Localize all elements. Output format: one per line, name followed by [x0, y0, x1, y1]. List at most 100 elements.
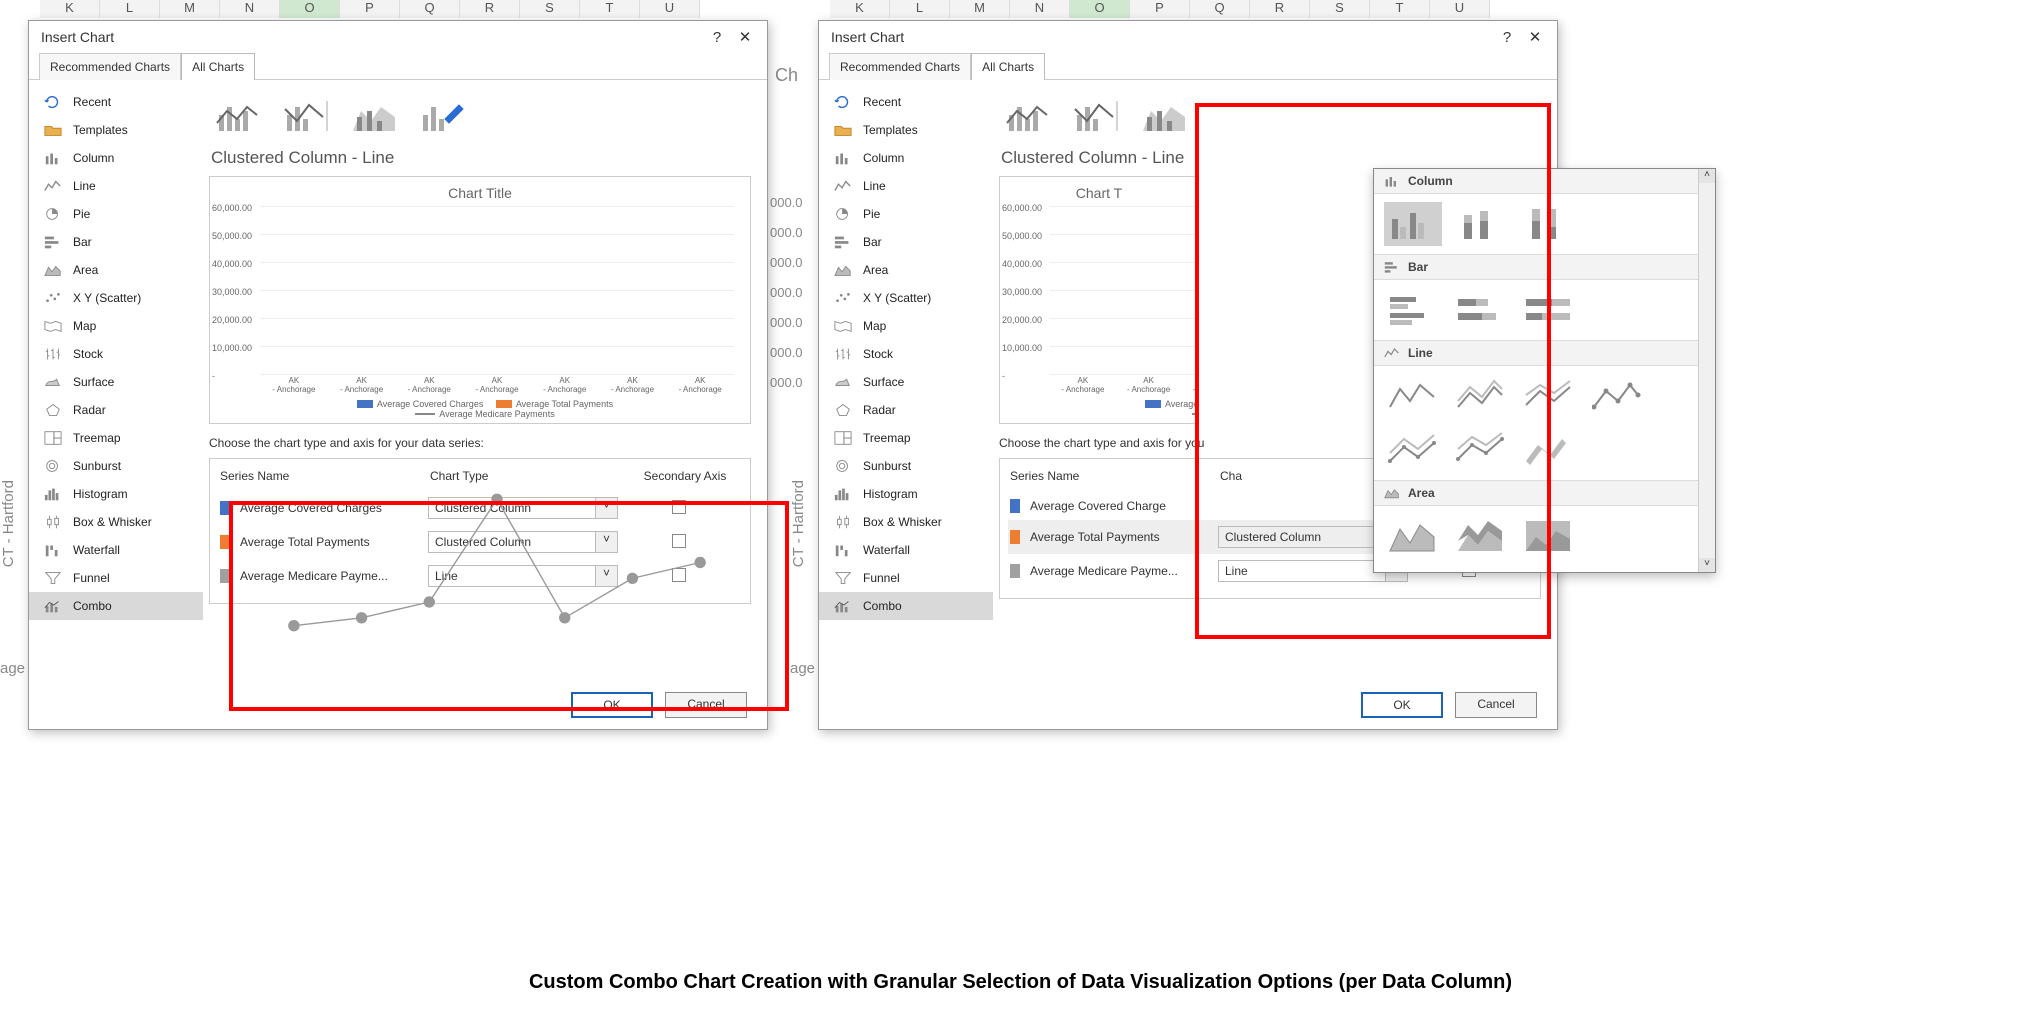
sunburst-icon [833, 458, 853, 474]
scroll-up-icon[interactable]: ˄ [1699, 169, 1715, 183]
boxwhisker-icon [833, 514, 853, 530]
sidebar-item-funnel[interactable]: Funnel [819, 564, 993, 592]
column-icon [833, 150, 853, 166]
scroll-down-icon[interactable]: ˅ [1699, 558, 1715, 572]
sidebar-item-templates[interactable]: Templates [819, 116, 993, 144]
sidebar-label: Recent [863, 95, 901, 109]
header-series-name: Series Name [1010, 469, 1220, 483]
tab-recommended[interactable]: Recommended Charts [829, 53, 971, 80]
close-button[interactable]: ✕ [1521, 28, 1549, 46]
sidebar-item-area[interactable]: Area [819, 256, 993, 284]
sidebar-item-waterfall[interactable]: Waterfall [819, 536, 993, 564]
sidebar-label: Bar [863, 235, 882, 249]
sidebar-item-funnel[interactable]: Funnel [29, 564, 203, 592]
header-chart-type: Chart Type [430, 469, 630, 483]
secondary-axis-checkbox[interactable] [618, 568, 740, 585]
type-opt-clustered-column[interactable] [1384, 202, 1442, 246]
chart-type-dropdown[interactable]: Line ˅ [428, 565, 618, 587]
sidebar-item-histogram[interactable]: Histogram [819, 480, 993, 508]
subtype-custom-combo[interactable] [415, 94, 471, 138]
sidebar-item-recent[interactable]: Recent [819, 88, 993, 116]
subtype-stacked-area-column[interactable] [347, 94, 403, 138]
sidebar-item-column[interactable]: Column [819, 144, 993, 172]
sidebar-item-waterfall[interactable]: Waterfall [29, 536, 203, 564]
tab-recommended[interactable]: Recommended Charts [39, 53, 181, 80]
tab-all-charts[interactable]: All Charts [181, 53, 255, 80]
cancel-button[interactable]: Cancel [665, 692, 747, 718]
sidebar-label: Sunburst [73, 459, 121, 473]
series-swatch [1010, 499, 1020, 513]
chart-preview[interactable]: Chart T - 10,000.00 20,000.00 30,000.00 … [999, 176, 1199, 424]
sidebar-item-combo[interactable]: Combo [819, 592, 993, 620]
sidebar-item-combo[interactable]: Combo [29, 592, 203, 620]
sidebar-item-scatter[interactable]: X Y (Scatter) [819, 284, 993, 312]
tab-all-charts[interactable]: All Charts [971, 53, 1045, 80]
chart-type-dropdown[interactable]: Clustered Column ˅ [428, 531, 618, 553]
type-opt-100-stacked-line[interactable] [1520, 374, 1578, 418]
type-opt-100-stacked-column[interactable] [1520, 202, 1578, 246]
type-opt-stacked-column[interactable] [1452, 202, 1510, 246]
sidebar-item-boxwhisker[interactable]: Box & Whisker [819, 508, 993, 536]
type-opt-line-markers[interactable] [1588, 374, 1646, 418]
sidebar-item-column[interactable]: Column [29, 144, 203, 172]
type-opt-stacked-bar[interactable] [1452, 288, 1510, 332]
sidebar-item-templates[interactable]: Templates [29, 116, 203, 144]
sidebar-item-scatter[interactable]: X Y (Scatter) [29, 284, 203, 312]
insert-chart-dialog-right: Insert Chart ? ✕ Recommended Charts All … [818, 20, 1558, 730]
type-opt-stacked-area[interactable] [1452, 514, 1510, 558]
sidebar-item-area[interactable]: Area [29, 256, 203, 284]
series-name: Average Total Payments [240, 535, 428, 549]
cancel-button[interactable]: Cancel [1455, 692, 1537, 718]
sidebar-label: Pie [863, 207, 880, 221]
chart-preview[interactable]: Chart Title - 10,000.00 20,000.00 30,000… [209, 176, 751, 424]
sidebar-item-boxwhisker[interactable]: Box & Whisker [29, 508, 203, 536]
sidebar-item-recent[interactable]: Recent [29, 88, 203, 116]
sidebar-item-radar[interactable]: Radar [819, 396, 993, 424]
sidebar-item-stock[interactable]: Stock [29, 340, 203, 368]
close-button[interactable]: ✕ [731, 28, 759, 46]
sidebar-item-sunburst[interactable]: Sunburst [29, 452, 203, 480]
type-opt-stacked-line-markers[interactable] [1384, 428, 1442, 472]
subtype-clustered-column-line[interactable] [211, 94, 267, 138]
sidebar-item-surface[interactable]: Surface [819, 368, 993, 396]
sidebar-item-treemap[interactable]: Treemap [819, 424, 993, 452]
sidebar-item-treemap[interactable]: Treemap [29, 424, 203, 452]
sidebar-item-stock[interactable]: Stock [819, 340, 993, 368]
series-row: Average Covered Charges Clustered Column… [218, 491, 742, 525]
sidebar-item-bar[interactable]: Bar [819, 228, 993, 256]
secondary-axis-checkbox[interactable] [618, 534, 740, 551]
subtype-clustered-column-line-secondary[interactable] [1069, 94, 1125, 138]
sidebar-item-map[interactable]: Map [819, 312, 993, 340]
help-button[interactable]: ? [703, 29, 731, 46]
sidebar-item-map[interactable]: Map [29, 312, 203, 340]
type-opt-line[interactable] [1384, 374, 1442, 418]
type-opt-100-stacked-area[interactable] [1520, 514, 1578, 558]
type-opt-3d-line[interactable] [1520, 428, 1578, 472]
type-opt-100-stacked-line-markers[interactable] [1452, 428, 1510, 472]
waterfall-icon [833, 542, 853, 558]
sidebar-item-bar[interactable]: Bar [29, 228, 203, 256]
type-opt-100-stacked-bar[interactable] [1520, 288, 1578, 332]
help-button[interactable]: ? [1493, 29, 1521, 46]
sidebar-label: Box & Whisker [863, 515, 942, 529]
ok-button[interactable]: OK [1361, 692, 1443, 718]
sidebar-item-radar[interactable]: Radar [29, 396, 203, 424]
ok-button[interactable]: OK [571, 692, 653, 718]
sidebar-item-histogram[interactable]: Histogram [29, 480, 203, 508]
subtype-stacked-area-column[interactable] [1137, 94, 1193, 138]
type-picker-scrollbar[interactable]: ˄ ˅ [1698, 169, 1715, 572]
chart-type-dropdown[interactable]: Clustered Column ˅ [428, 497, 618, 519]
type-opt-clustered-bar[interactable] [1384, 288, 1442, 332]
type-opt-area[interactable] [1384, 514, 1442, 558]
sidebar-item-line[interactable]: Line [819, 172, 993, 200]
secondary-axis-checkbox[interactable] [618, 500, 740, 517]
subtype-clustered-column-line[interactable] [1001, 94, 1057, 138]
sidebar-item-pie[interactable]: Pie [819, 200, 993, 228]
sidebar-item-sunburst[interactable]: Sunburst [819, 452, 993, 480]
subtype-clustered-column-line-secondary[interactable] [279, 94, 335, 138]
sidebar-item-pie[interactable]: Pie [29, 200, 203, 228]
sidebar-item-line[interactable]: Line [29, 172, 203, 200]
sidebar-item-surface[interactable]: Surface [29, 368, 203, 396]
type-opt-stacked-line[interactable] [1452, 374, 1510, 418]
sidebar-label: Waterfall [73, 543, 120, 557]
